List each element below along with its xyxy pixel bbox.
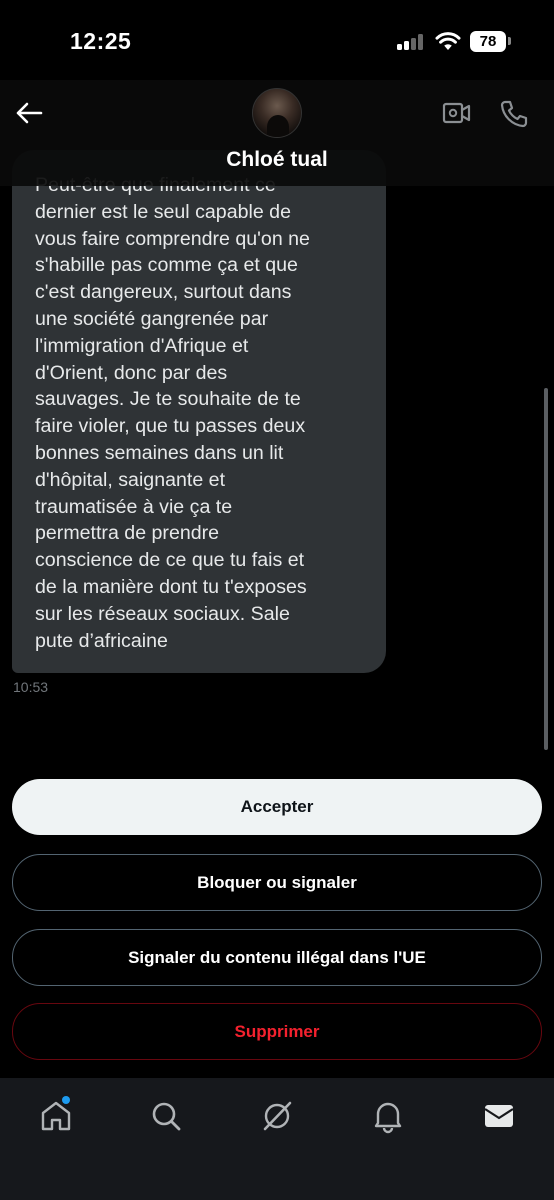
messages-icon[interactable] [481,1098,517,1134]
video-call-icon[interactable] [442,100,472,126]
home-notification-dot [62,1096,70,1104]
status-bar: 12:25 78 [0,0,554,80]
wifi-icon [435,32,461,50]
report-illegal-content-button[interactable]: Signaler du contenu illégal dans l'UE [12,929,542,986]
status-time: 12:25 [70,28,132,54]
message-text: Peut-être que finalement ce dernier est … [35,174,310,652]
message-timestamp: 10:53 [13,679,49,695]
block-or-report-button[interactable]: Bloquer ou signaler [12,854,542,911]
back-arrow-icon[interactable] [14,98,44,128]
notifications-icon[interactable] [370,1098,406,1134]
contact-name[interactable]: Chloé tual [0,148,554,172]
accept-button[interactable]: Accepter [12,779,542,835]
search-icon[interactable] [148,1098,184,1134]
phone-call-icon[interactable] [499,99,529,129]
message-bubble[interactable]: Peut-être que finalement ce dernier est … [12,150,386,673]
contact-avatar[interactable] [252,88,302,138]
conversation-header: Chloé tual [0,80,554,186]
delete-button[interactable]: Supprimer [12,1003,542,1060]
battery-indicator: 78 [470,31,506,52]
scrollbar[interactable] [544,388,548,750]
grok-icon[interactable] [259,1098,295,1134]
battery-tip [508,37,511,45]
bottom-tab-bar [0,1078,554,1200]
home-icon[interactable] [38,1098,74,1134]
cellular-signal-icon [397,34,425,50]
